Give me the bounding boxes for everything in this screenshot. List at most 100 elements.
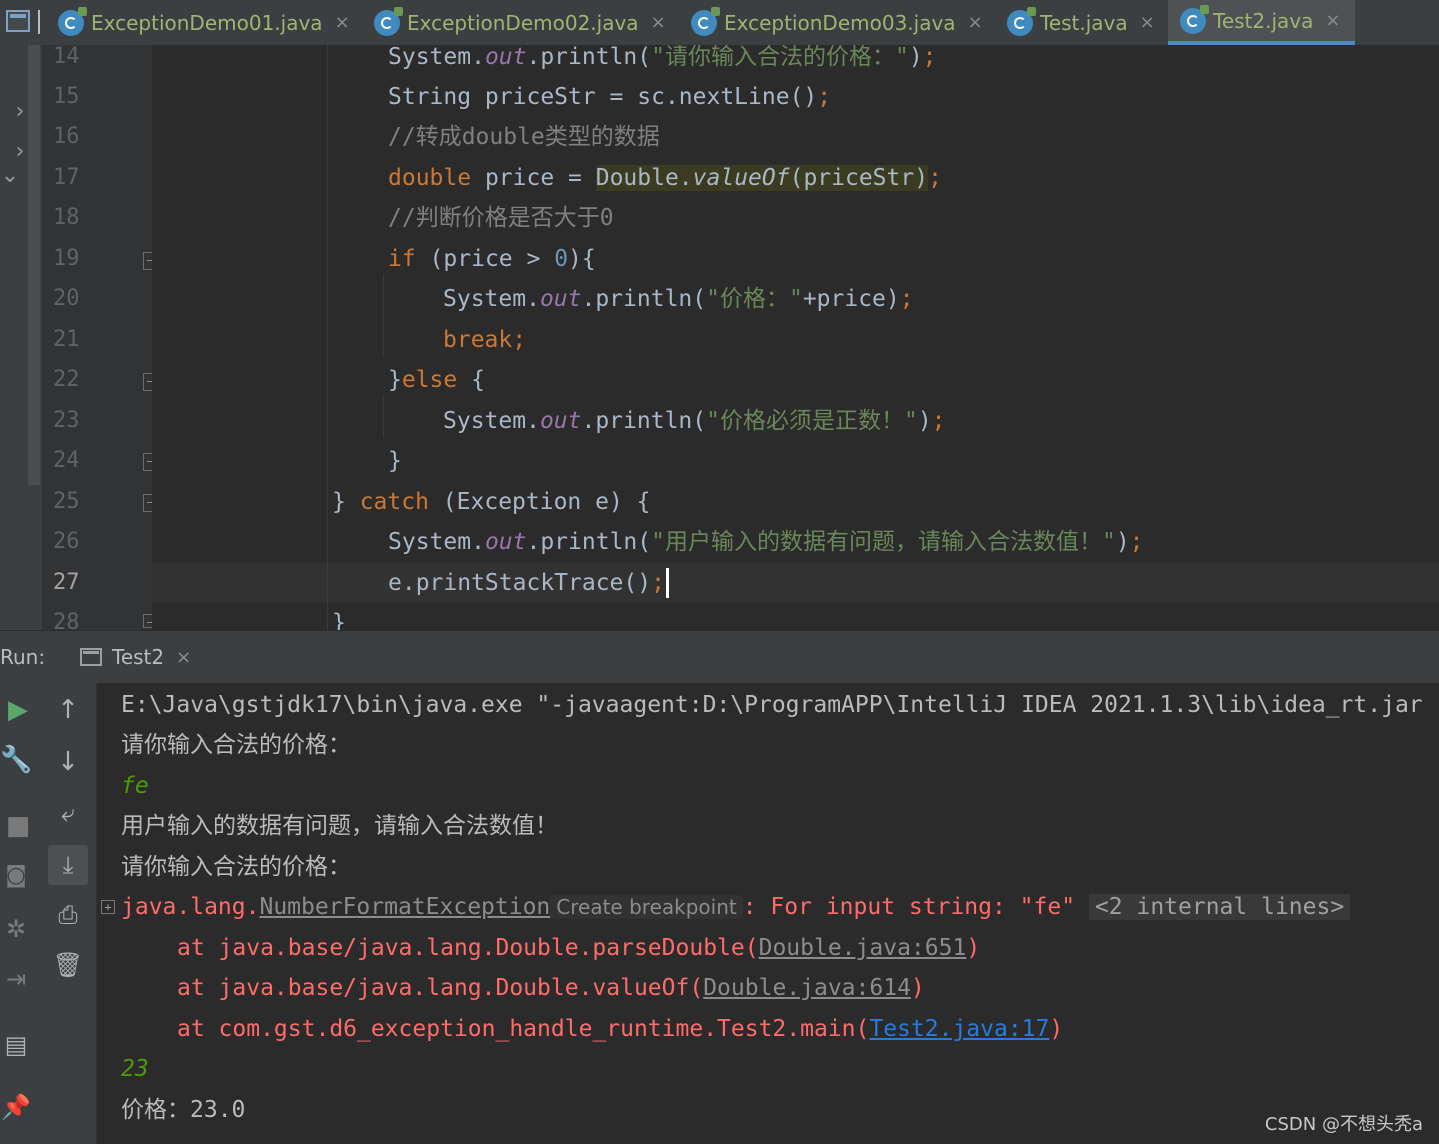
line-number-current: 27	[53, 570, 80, 595]
exception-line: java.lang.NumberFormatException Create br…	[121, 887, 1351, 927]
chevron-down-icon[interactable]: ⌄	[0, 163, 26, 188]
code-line-16: //转成double类型的数据	[388, 124, 660, 150]
layout-icon[interactable]: ▤	[0, 1031, 32, 1059]
code-line-25: } catch (Exception e) {	[332, 489, 651, 515]
soft-wrap-icon[interactable]: ⤶	[52, 799, 84, 827]
source-link[interactable]: Double.java:614	[703, 975, 911, 1001]
java-class-icon	[1180, 4, 1209, 34]
tab-label: ExceptionDemo01.java	[91, 10, 323, 35]
scroll-to-end-icon[interactable]: ⤓	[48, 845, 88, 885]
line-number: 20	[53, 286, 80, 311]
tab-exceptiondemo03[interactable]: ExceptionDemo03.java ×	[691, 0, 983, 45]
current-line-highlight	[152, 563, 1439, 603]
console-command-line: E:\Java\gstjdk17\bin\java.exe "-javaagen…	[121, 692, 1423, 718]
tab-test[interactable]: Test.java ×	[1007, 0, 1155, 45]
source-link[interactable]: Test2.java:17	[869, 1016, 1049, 1042]
stack-trace-line: at java.base/java.lang.Double.valueOf(Do…	[177, 975, 925, 1001]
code-line-19: if (price > 0){	[388, 246, 596, 272]
project-window-icon[interactable]	[6, 10, 30, 32]
code-line-17: double price = Double.valueOf(priceStr);	[388, 165, 942, 191]
code-line-27: e.printStackTrace();	[388, 570, 665, 596]
run-console[interactable]: E:\Java\gstjdk17\bin\java.exe "-javaagen…	[97, 683, 1439, 1144]
watermark: CSDN @不想头秃a	[1264, 1114, 1423, 1135]
code-line-18: //判断价格是否大于0	[388, 205, 614, 231]
source-link[interactable]: Double.java:651	[759, 935, 967, 961]
line-number: 19	[53, 246, 80, 271]
line-number: 23	[53, 408, 80, 433]
close-icon[interactable]: ×	[335, 12, 350, 33]
line-number: 24	[53, 448, 80, 473]
tab-label: ExceptionDemo03.java	[724, 10, 956, 35]
code-line-23: System.out.println("价格必须是正数！");	[443, 408, 946, 434]
print-icon[interactable]: ⎙	[52, 901, 84, 929]
line-number: 22	[53, 367, 80, 392]
run-toolbar-secondary: ↑ ↓ ⤶ ⤓ ⎙ 🗑	[40, 683, 97, 1144]
line-number: 16	[53, 124, 80, 149]
stack-trace-line: at java.base/java.lang.Double.parseDoubl…	[177, 935, 981, 961]
close-icon[interactable]: ×	[968, 12, 983, 33]
code-line-28: }	[332, 610, 346, 630]
camera-icon[interactable]: ◙	[0, 863, 32, 888]
line-number: 15	[53, 84, 80, 109]
close-icon[interactable]: ×	[176, 647, 191, 668]
run-tab-test2[interactable]: Test2 ×	[80, 631, 191, 683]
project-scrollbar[interactable]	[28, 45, 40, 485]
java-class-icon	[58, 6, 87, 36]
line-number: 21	[53, 327, 80, 352]
console-user-input: 23	[121, 1056, 149, 1082]
console-output: 请你输入合法的价格：	[121, 732, 351, 758]
wrench-icon[interactable]: 🔧	[0, 745, 32, 775]
java-class-icon	[374, 6, 403, 36]
code-line-15: String priceStr = sc.nextLine();	[388, 84, 832, 110]
internal-lines-fold[interactable]: <2 internal lines>	[1088, 894, 1351, 920]
code-line-21: break;	[443, 327, 527, 353]
close-icon[interactable]: ×	[651, 12, 666, 33]
line-number: 17	[53, 165, 80, 190]
console-window-icon	[80, 648, 102, 666]
indent-guide	[383, 397, 384, 437]
console-output: 请你输入合法的价格：	[121, 854, 351, 880]
line-number: 28	[53, 610, 80, 630]
text-caret	[666, 568, 669, 598]
code-line-26: System.out.println("用户输入的数据有问题，请输入合法数值！"…	[388, 529, 1144, 555]
stack-trace-line: at com.gst.d6_exception_handle_runtime.T…	[177, 1016, 1064, 1042]
console-output: 价格：23.0	[121, 1097, 246, 1123]
code-line-14: System.out.println("请你输入合法的价格：");	[388, 45, 937, 70]
editor-tab-bar: ExceptionDemo01.java × ExceptionDemo02.j…	[0, 0, 1439, 46]
exception-class-link[interactable]: NumberFormatException	[259, 894, 550, 920]
pin-icon[interactable]: 📌	[0, 1093, 32, 1121]
close-icon[interactable]: ×	[1140, 12, 1155, 33]
trash-icon[interactable]: 🗑	[52, 951, 84, 979]
line-number: 25	[53, 489, 80, 514]
close-icon[interactable]: ×	[1325, 10, 1340, 31]
run-label: Run:	[0, 645, 46, 669]
indent-guide	[327, 45, 328, 630]
run-panel-header: Run: Test2 ×	[0, 630, 1439, 683]
tab-test2[interactable]: Test2.java ×	[1168, 0, 1355, 45]
arrow-up-icon[interactable]: ↑	[52, 695, 84, 725]
code-line-24: }	[388, 448, 402, 474]
stop-icon[interactable]: ■	[2, 811, 34, 841]
run-tab-label: Test2	[112, 645, 165, 669]
tab-label: Test2.java	[1213, 8, 1314, 33]
code-line-20: System.out.println("价格："+price);	[443, 286, 914, 312]
expand-icon[interactable]: +	[101, 900, 115, 914]
usage-highlight: Double.valueOf(priceStr)	[595, 165, 929, 191]
tab-label: ExceptionDemo02.java	[407, 10, 639, 35]
code-editor[interactable]: System.out.println("请你输入合法的价格："); String…	[152, 45, 1439, 630]
arrow-down-icon[interactable]: ↓	[52, 747, 84, 777]
indent-guide	[383, 275, 384, 355]
tab-exceptiondemo01[interactable]: ExceptionDemo01.java ×	[58, 0, 350, 45]
tab-label: Test.java	[1040, 10, 1128, 35]
code-line-22: }else {	[388, 367, 485, 393]
tab-exceptiondemo02[interactable]: ExceptionDemo02.java ×	[374, 0, 666, 45]
rerun-icon[interactable]: ▶	[2, 695, 34, 725]
line-number: 26	[53, 529, 80, 554]
console-user-input: fe	[121, 773, 149, 799]
console-output: 用户输入的数据有问题，请输入合法数值！	[121, 813, 558, 839]
line-number: 18	[53, 205, 80, 230]
run-toolbar-primary: ▶ 🔧 ■ ◙ ✲ ⇥ ▤ 📌	[0, 683, 40, 1144]
create-breakpoint-hint[interactable]: Create breakpoint	[550, 895, 743, 919]
settings-icon[interactable]: ✲	[0, 915, 32, 943]
exit-icon[interactable]: ⇥	[0, 965, 32, 993]
